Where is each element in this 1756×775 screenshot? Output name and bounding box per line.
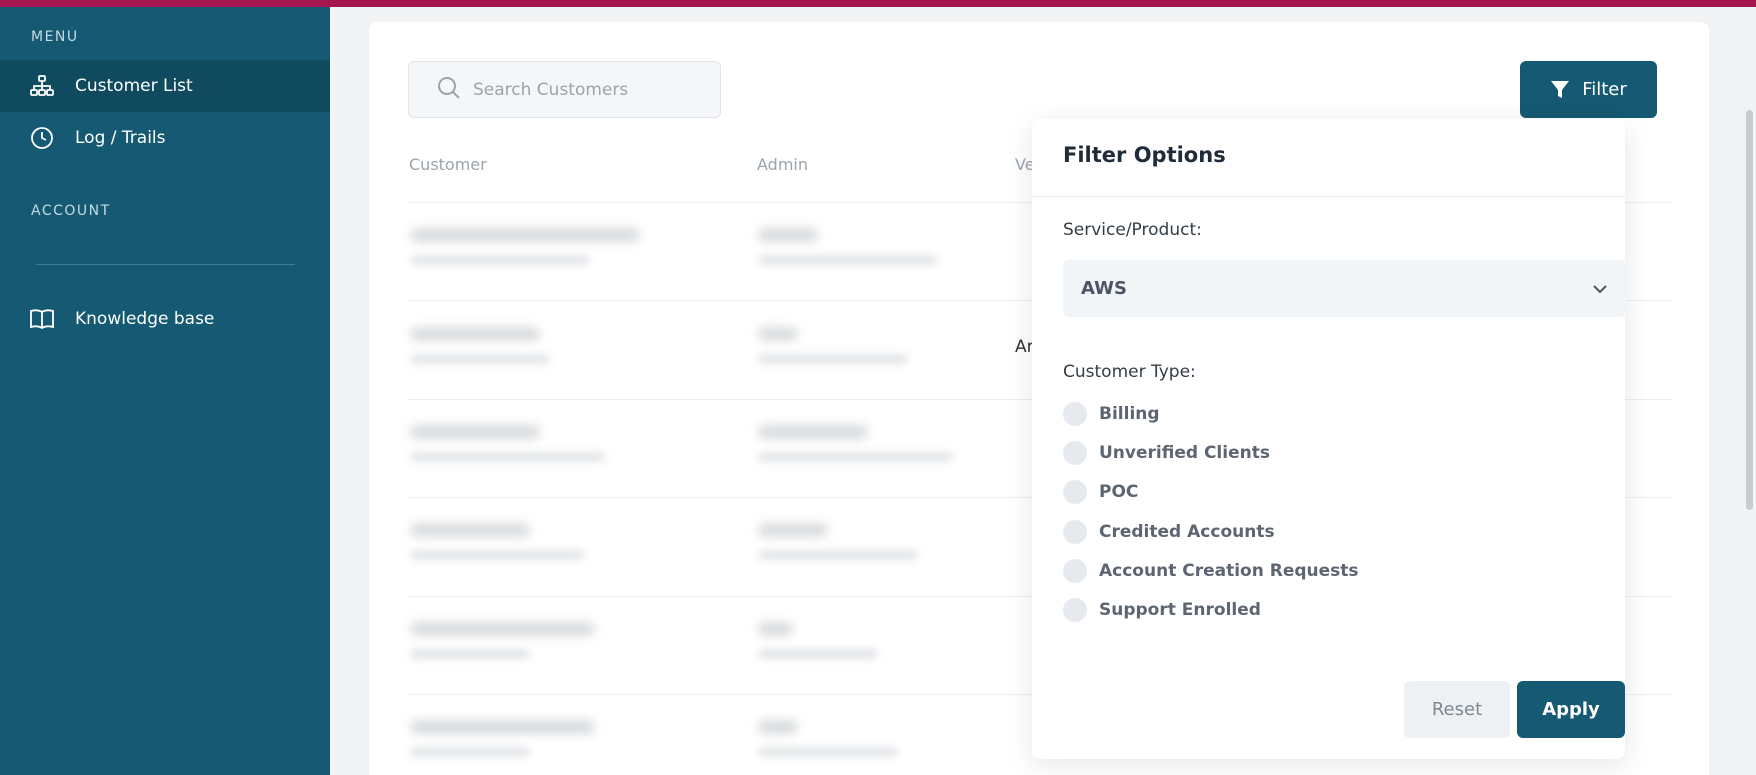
top-accent-bar (0, 0, 1756, 7)
table-row (410, 425, 540, 439)
table-row (758, 327, 798, 341)
sidebar-item-label: Customer List (75, 76, 193, 96)
option-label: POC (1099, 482, 1139, 502)
panel-title: Filter Options (1063, 143, 1226, 167)
sidebar: MENU Customer List Log / Trails ACCOUNT (0, 7, 330, 775)
option-account-creation-requests[interactable]: Account Creation Requests (1063, 559, 1359, 583)
account-heading: ACCOUNT (31, 203, 111, 219)
sitemap-icon (29, 73, 55, 99)
service-product-select[interactable]: AWS (1063, 260, 1626, 317)
option-label: Billing (1099, 404, 1160, 424)
radio-button[interactable] (1063, 480, 1087, 504)
sidebar-item-customer-list[interactable]: Customer List (0, 60, 330, 112)
option-label: Credited Accounts (1099, 522, 1275, 542)
table-row-sub (410, 452, 605, 462)
table-row-sub (410, 354, 550, 364)
table-row (758, 425, 868, 439)
option-billing[interactable]: Billing (1063, 402, 1160, 426)
column-header-admin[interactable]: Admin (757, 155, 808, 174)
panel-divider (1032, 196, 1625, 197)
option-label: Support Enrolled (1099, 600, 1261, 620)
table-row (410, 228, 640, 242)
service-product-label: Service/Product: (1063, 220, 1202, 240)
table-row-sub (758, 550, 918, 560)
table-row (410, 622, 595, 636)
filter-button-label: Filter (1582, 79, 1627, 100)
reset-button[interactable]: Reset (1404, 681, 1510, 738)
customer-type-label: Customer Type: (1063, 362, 1196, 382)
column-header-customer[interactable]: Customer (409, 155, 487, 174)
menu-heading: MENU (31, 29, 79, 45)
option-label: Account Creation Requests (1099, 561, 1359, 581)
radio-button[interactable] (1063, 559, 1087, 583)
clock-icon (29, 125, 55, 151)
radio-button[interactable] (1063, 520, 1087, 544)
sidebar-item-label: Knowledge base (75, 309, 215, 329)
table-row (410, 720, 595, 734)
sidebar-item-log-trails[interactable]: Log / Trails (0, 112, 330, 164)
table-row-sub (758, 452, 953, 462)
table-row-sub (758, 649, 878, 659)
table-row-sub (410, 550, 585, 560)
table-row-sub (410, 255, 590, 265)
radio-button[interactable] (1063, 402, 1087, 426)
table-row-sub (410, 747, 530, 757)
option-unverified-clients[interactable]: Unverified Clients (1063, 441, 1270, 465)
table-cell-fragment: Ar (1015, 337, 1034, 357)
service-product-value: AWS (1081, 278, 1127, 299)
option-support-enrolled[interactable]: Support Enrolled (1063, 598, 1261, 622)
table-row (758, 622, 793, 636)
table-row (410, 523, 530, 537)
table-row (758, 523, 828, 537)
table-row-sub (758, 354, 908, 364)
book-icon (29, 306, 55, 332)
table-row (410, 327, 540, 341)
table-row-sub (758, 747, 898, 757)
sidebar-divider (36, 264, 295, 265)
filter-options-panel: Filter Options Service/Product: AWS Cust… (1032, 119, 1626, 759)
apply-button[interactable]: Apply (1517, 681, 1625, 738)
search-icon (437, 76, 461, 104)
option-credited-accounts[interactable]: Credited Accounts (1063, 520, 1275, 544)
sidebar-item-knowledge-base[interactable]: Knowledge base (0, 293, 330, 345)
filter-button[interactable]: Filter (1520, 61, 1657, 118)
search-input[interactable]: Search Customers (408, 61, 721, 118)
scrollbar-thumb[interactable] (1746, 110, 1753, 510)
table-row (758, 720, 798, 734)
option-label: Unverified Clients (1099, 443, 1270, 463)
radio-button[interactable] (1063, 598, 1087, 622)
table-row-sub (410, 649, 530, 659)
search-placeholder: Search Customers (473, 79, 629, 100)
radio-button[interactable] (1063, 441, 1087, 465)
chevron-down-icon (1592, 279, 1608, 298)
table-row-sub (758, 255, 938, 265)
filter-icon (1550, 80, 1570, 100)
table-row (758, 228, 818, 242)
option-poc[interactable]: POC (1063, 480, 1138, 504)
sidebar-item-label: Log / Trails (75, 128, 166, 148)
